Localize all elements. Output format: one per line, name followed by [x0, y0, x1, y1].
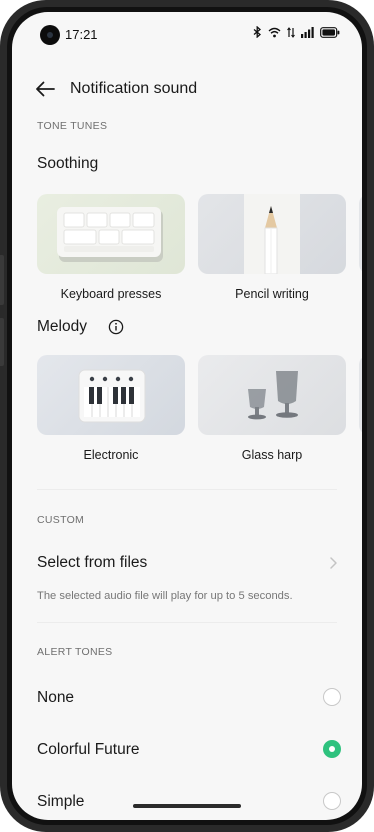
status-icons: [253, 26, 340, 38]
select-from-files-row[interactable]: Select from files: [12, 544, 362, 584]
partial-thumbnail: [359, 355, 362, 435]
keyboard-icon: [57, 207, 163, 262]
partial-thumbnail: [359, 194, 362, 274]
front-camera: [40, 25, 60, 45]
alert-tone-label: Simple: [37, 793, 85, 810]
power-button: [0, 318, 4, 366]
section-label-custom: CUSTOM: [37, 514, 85, 526]
group-title-soothing: Soothing: [37, 155, 99, 172]
custom-hint-text: The selected audio file will play for up…: [37, 590, 293, 602]
page-title: Notification sound: [70, 80, 198, 97]
wifi-icon: [268, 27, 281, 37]
tone-card-partial[interactable]: [359, 355, 362, 435]
keyboard-thumbnail: [37, 194, 185, 274]
tone-card-partial[interactable]: [359, 194, 362, 274]
radio-button-unselected[interactable]: [323, 792, 341, 810]
mobile-data-icon: [287, 26, 295, 38]
section-label-tone-tunes: TONE TUNES: [37, 120, 108, 132]
tone-card-keyboard[interactable]: Keyboard presses: [37, 194, 185, 301]
volume-button: [0, 255, 4, 305]
phone-frame: 17:21 Notification sound TONE TUNES Soot…: [0, 0, 374, 832]
alert-tone-label: Colorful Future: [37, 741, 140, 758]
back-arrow-icon[interactable]: [34, 78, 56, 100]
alert-tone-row-simple[interactable]: Simple: [12, 783, 362, 820]
battery-icon: [320, 26, 340, 38]
glasses-icon: [248, 371, 298, 420]
status-bar: 17:21: [12, 12, 362, 58]
bluetooth-icon: [253, 26, 261, 38]
divider: [37, 489, 337, 490]
divider: [37, 622, 337, 623]
alert-tone-label: None: [37, 689, 75, 706]
signal-icon: [301, 26, 314, 38]
pencil-thumbnail: [198, 194, 346, 274]
page-header: Notification sound: [12, 72, 362, 112]
tone-card-glass-harp[interactable]: Glass harp: [198, 355, 346, 462]
tone-card-pencil[interactable]: Pencil writing: [198, 194, 346, 301]
home-indicator[interactable]: [133, 804, 241, 808]
screen: 17:21 Notification sound TONE TUNES Soot…: [12, 12, 362, 820]
melody-cards: Electronic Glass harp: [37, 355, 362, 475]
tone-card-label: Pencil writing: [235, 287, 309, 301]
pencil-icon: [244, 194, 300, 274]
tone-card-label: Glass harp: [241, 448, 303, 462]
info-icon[interactable]: [108, 319, 124, 335]
group-title-melody: Melody: [37, 318, 87, 335]
tone-card-electronic[interactable]: Electronic: [37, 355, 185, 462]
soothing-cards: Keyboard presses Pencil writing: [37, 194, 362, 314]
radio-button-selected[interactable]: [323, 740, 341, 758]
radio-button-unselected[interactable]: [323, 688, 341, 706]
select-from-files-label: Select from files: [37, 554, 148, 571]
section-label-alert-tones: ALERT TONES: [37, 646, 113, 658]
piano-thumbnail: [37, 355, 185, 435]
alert-tone-row-none[interactable]: None: [12, 679, 362, 719]
glasses-thumbnail: [198, 355, 346, 435]
status-time: 17:21: [65, 27, 98, 42]
phone-bezel: 17:21 Notification sound TONE TUNES Soot…: [7, 7, 367, 825]
tone-card-label: Keyboard presses: [60, 287, 162, 301]
chevron-right-icon: [330, 557, 337, 569]
piano-icon: [78, 369, 146, 423]
tone-card-label: Electronic: [83, 448, 139, 462]
alert-tone-row-colorful-future[interactable]: Colorful Future: [12, 731, 362, 771]
